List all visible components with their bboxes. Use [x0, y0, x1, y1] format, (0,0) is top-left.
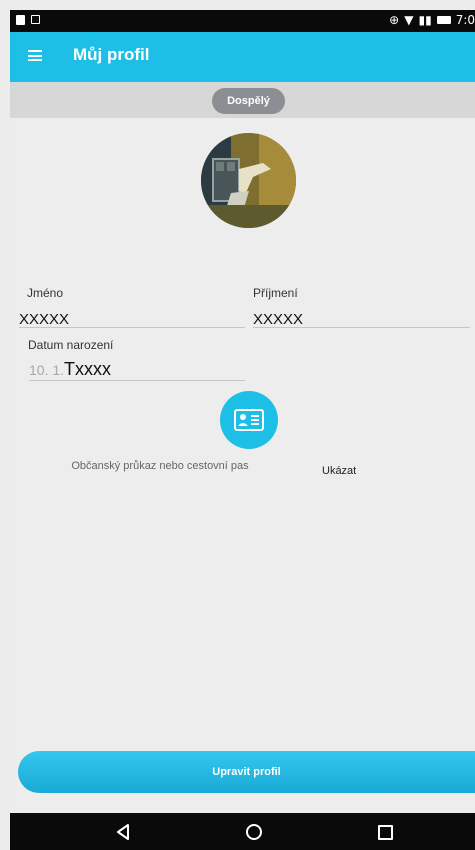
signal-icon: ▮▮	[418, 13, 432, 27]
id-card-button[interactable]	[220, 391, 278, 449]
birth-date-main: Txxxx	[64, 359, 112, 379]
birth-date-underline	[29, 380, 245, 381]
status-bar: ⊕ ▼ ▮▮ 7:0	[10, 10, 475, 32]
last-name-value[interactable]: XXXXX	[253, 311, 303, 328]
last-name-underline	[253, 327, 470, 328]
avatar[interactable]	[201, 133, 296, 228]
status-clock: 7:0	[455, 13, 475, 27]
app-bar: Můj profil	[10, 32, 475, 82]
edit-profile-button[interactable]: Upravit profil	[18, 751, 475, 793]
show-document-link[interactable]: Ukázat	[322, 465, 356, 477]
first-name-underline	[19, 327, 245, 328]
home-icon[interactable]	[246, 824, 262, 840]
navigation-bar	[10, 813, 475, 850]
category-badge: Dospělý	[212, 88, 285, 114]
birth-date-label: Datum narození	[28, 338, 114, 352]
first-name-value[interactable]: XXXXX	[19, 311, 69, 328]
notification-icon	[16, 15, 25, 25]
battery-icon	[436, 16, 451, 24]
recent-apps-icon[interactable]	[378, 825, 393, 840]
birth-date-value[interactable]: 10. 1.Txxxx	[29, 359, 111, 380]
back-icon[interactable]	[116, 824, 130, 840]
last-name-label: Příjmení	[253, 286, 298, 300]
birth-date-prefix: 10. 1.	[29, 362, 65, 378]
menu-icon[interactable]	[28, 50, 42, 61]
first-name-label: Jméno	[27, 286, 64, 300]
screenshot-icon	[31, 15, 40, 24]
wifi-icon: ▼	[404, 13, 414, 27]
id-document-label: Občanský průkaz nebo cestovní pas	[71, 460, 249, 472]
id-card-icon	[234, 409, 264, 431]
vibrate-icon: ⊕	[389, 13, 400, 27]
page-title: Můj profil	[73, 45, 150, 64]
